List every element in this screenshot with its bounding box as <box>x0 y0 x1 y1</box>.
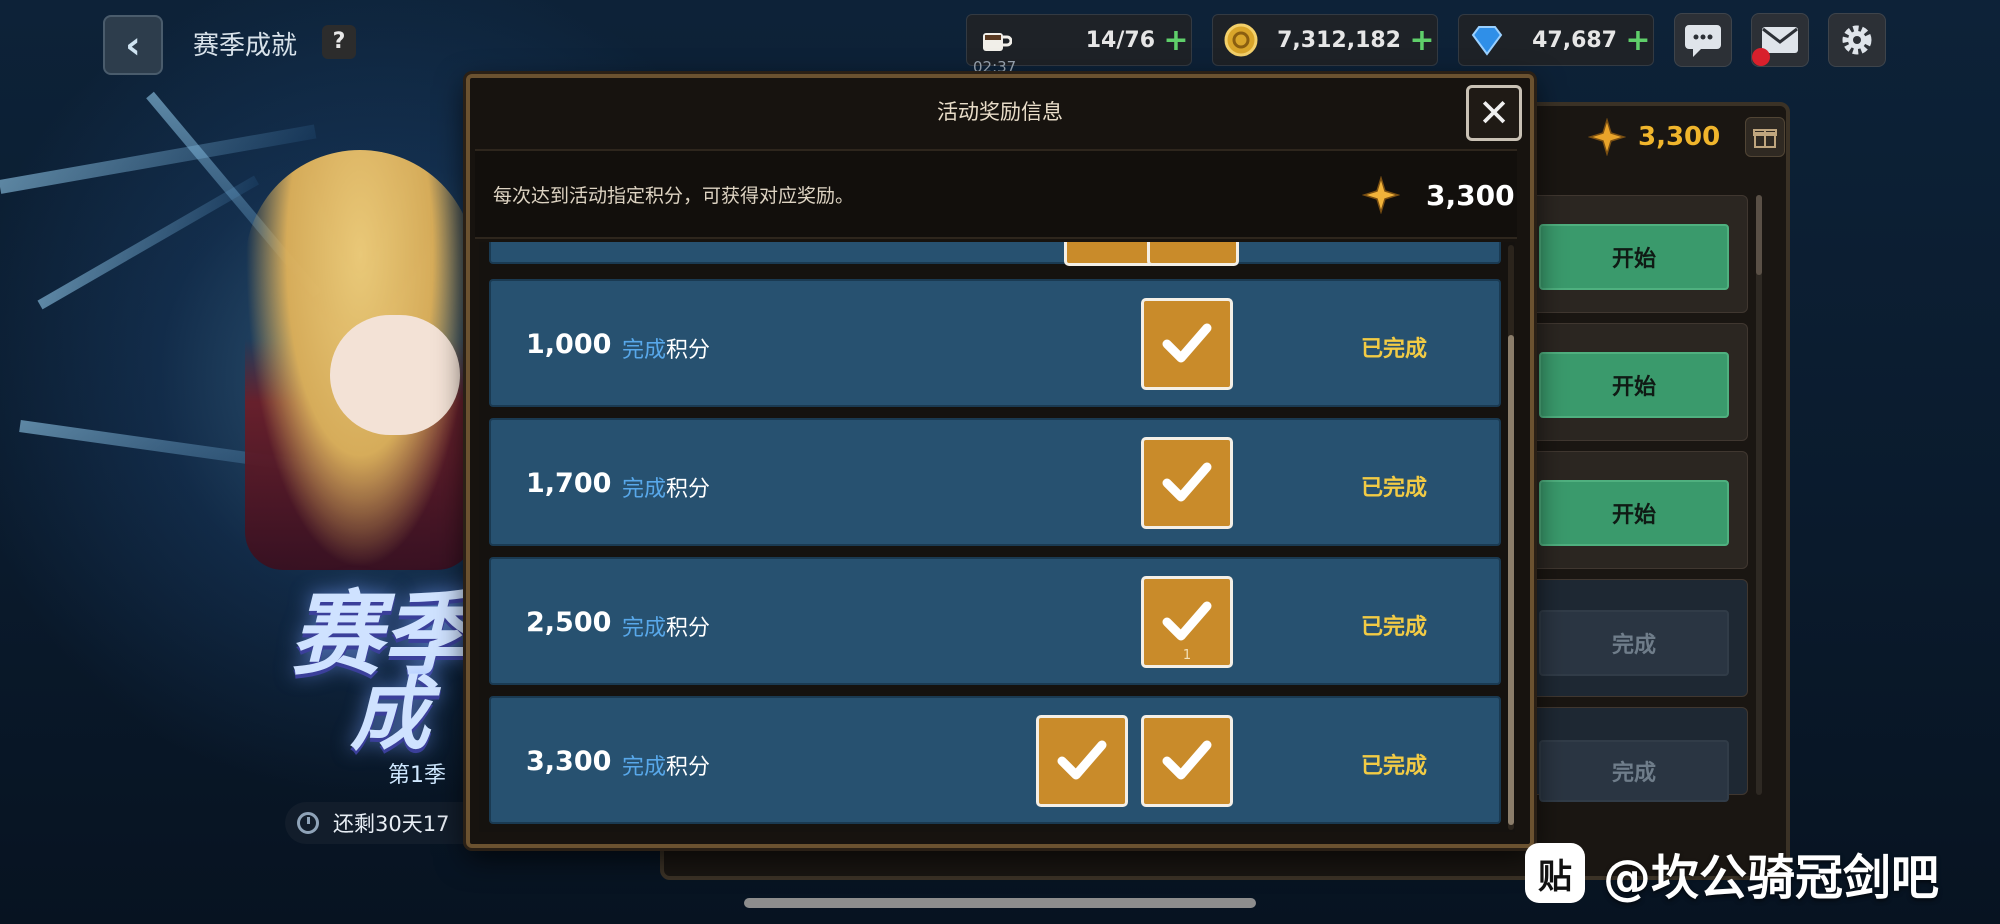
gold-value: 7,312,182 <box>1277 27 1401 53</box>
panel-points: 3,300 <box>1588 118 1720 156</box>
back-button[interactable]: ‹ <box>103 15 163 75</box>
sparkle-star-icon <box>1588 118 1626 156</box>
reward-item-box[interactable] <box>1141 437 1233 529</box>
close-icon: ✕ <box>1478 91 1510 135</box>
reward-item-box[interactable] <box>1064 242 1156 266</box>
season-timer: 还剩30天17 <box>285 802 485 844</box>
modal-title: 活动奖励信息 <box>937 100 1063 124</box>
row-status: 已完成 <box>1361 615 1428 640</box>
gem-value: 47,687 <box>1532 27 1617 53</box>
mail-notification-dot <box>1752 48 1770 66</box>
gold-counter: 7,312,182 + <box>1212 14 1438 66</box>
tieba-logo: 贴 <box>1525 843 1585 903</box>
gift-box-button[interactable] <box>1745 117 1785 157</box>
chevron-left-icon: ‹ <box>125 23 141 67</box>
reward-row: 1,000 完成积分 已完成 <box>489 279 1501 407</box>
chat-button[interactable] <box>1674 13 1732 67</box>
settings-button[interactable] <box>1828 13 1886 67</box>
row-points: 2,500 <box>526 607 612 638</box>
row-points: 1,000 <box>526 329 612 360</box>
close-button[interactable]: ✕ <box>1466 85 1522 141</box>
chat-bubble-icon <box>1685 25 1721 57</box>
panel-scrollbar[interactable] <box>1756 195 1762 795</box>
reward-item-box[interactable] <box>1141 298 1233 390</box>
reward-row: 3,300 完成积分 已完成 <box>489 696 1501 824</box>
row-status: 已完成 <box>1361 476 1428 501</box>
add-gold-button[interactable]: + <box>1407 23 1437 58</box>
row-label: 完成积分 <box>622 338 711 363</box>
reward-item-box[interactable] <box>1141 715 1233 807</box>
task-start-button[interactable]: 开始 <box>1539 480 1729 546</box>
checkmark-icon <box>1162 462 1212 502</box>
checkmark-icon <box>1162 601 1212 641</box>
blue-gem-icon <box>1465 18 1509 62</box>
stamina-value: 14/76 <box>1085 27 1155 53</box>
add-gem-button[interactable]: + <box>1623 23 1653 58</box>
checkmark-icon <box>1162 740 1212 780</box>
gem-counter: 47,687 + <box>1458 14 1654 66</box>
checkmark-icon <box>1162 323 1212 363</box>
checkmark-icon <box>1057 740 1107 780</box>
page-title: 赛季成就 <box>193 31 298 61</box>
hero-face <box>330 315 460 435</box>
add-stamina-button[interactable]: + <box>1161 23 1191 58</box>
clock-icon <box>297 812 319 834</box>
reward-item-box[interactable] <box>1147 242 1239 266</box>
modal-description: 每次达到活动指定积分，可获得对应奖励。 <box>493 185 855 207</box>
reward-row-partial <box>489 242 1501 266</box>
reward-item-box[interactable]: 1 <box>1141 576 1233 668</box>
reward-row: 2,500 完成积分 1 已完成 <box>489 557 1501 685</box>
row-label: 完成积分 <box>622 755 711 780</box>
row-points: 1,700 <box>526 468 612 499</box>
task-start-button[interactable]: 开始 <box>1539 352 1729 418</box>
task-done-button[interactable]: 完成 <box>1539 610 1729 676</box>
reward-list: 1,000 完成积分 已完成 1,700 完成积分 已完成 2,500 完成积分… <box>479 242 1515 832</box>
row-status: 已完成 <box>1361 754 1428 779</box>
help-button[interactable]: ? <box>322 25 356 59</box>
row-points: 3,300 <box>526 746 612 777</box>
row-status: 已完成 <box>1361 337 1428 362</box>
row-label: 完成积分 <box>622 477 711 502</box>
current-points: 3,300 <box>1426 179 1515 212</box>
task-start-button[interactable]: 开始 <box>1539 224 1729 290</box>
coffee-cup-icon <box>973 18 1017 62</box>
reward-item-box[interactable] <box>1036 715 1128 807</box>
season-label: 第1季 <box>388 763 446 788</box>
task-done-button[interactable]: 完成 <box>1539 740 1729 802</box>
reward-row: 1,700 完成积分 已完成 <box>489 418 1501 546</box>
row-label: 完成积分 <box>622 616 711 641</box>
season-banner-line2: 成 <box>350 668 430 761</box>
gold-coin-icon <box>1219 18 1263 62</box>
reward-count: 1 <box>1182 648 1192 663</box>
reward-list-scrollbar[interactable] <box>1508 245 1514 830</box>
home-indicator[interactable] <box>744 898 1256 908</box>
sparkle-star-icon <box>1362 176 1400 214</box>
gear-icon <box>1842 25 1872 55</box>
time-left-text: 还剩30天17 <box>333 812 450 836</box>
watermark: 贴 @坎公骑冠剑吧 <box>1525 838 1939 908</box>
panel-points-value: 3,300 <box>1638 122 1721 152</box>
gift-icon <box>1753 129 1777 148</box>
watermark-text: @坎公骑冠剑吧 <box>1603 850 1940 906</box>
